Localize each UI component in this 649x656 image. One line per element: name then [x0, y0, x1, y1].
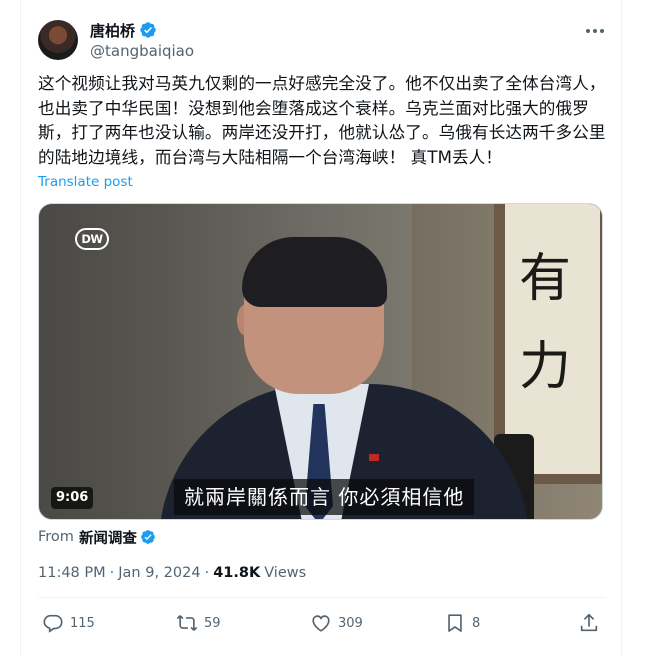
bookmark-icon: [448, 614, 462, 632]
repost-icon: [176, 615, 198, 631]
verified-badge-icon: [141, 530, 155, 544]
source-prefix: From: [38, 529, 74, 545]
calligraphy-char-1: 有: [519, 249, 572, 309]
repost-count: 59: [204, 615, 221, 631]
more-dots-icon[interactable]: [582, 22, 608, 40]
video-player[interactable]: 有 力 DW 就兩岸關係而言 你必須相信他 9:06: [38, 203, 603, 520]
verified-badge-icon[interactable]: [139, 21, 157, 39]
person-hair: [242, 237, 387, 307]
author-handle[interactable]: @tangbaiqiao: [90, 42, 194, 60]
share-icon: [580, 613, 598, 632]
author-display-name[interactable]: 唐柏桥: [90, 20, 135, 41]
meta-separator: ·: [204, 565, 210, 581]
views-label: Views: [264, 565, 307, 581]
tweet-time[interactable]: 11:48 PM: [38, 565, 106, 581]
video-subtitle: 就兩岸關係而言 你必須相信他: [174, 479, 475, 515]
meta-separator: ·: [109, 565, 115, 581]
translate-post-link[interactable]: Translate post: [38, 174, 133, 190]
source-attribution: From 新闻调查: [38, 526, 156, 548]
calligraphy-char-2: 力: [519, 337, 572, 397]
tweet-text: 这个视频让我对马英九仅剩的一点好感完全没了。他不仅出卖了全体台湾人，也出卖了中华…: [38, 74, 606, 167]
video-duration-badge: 9:06: [51, 487, 94, 509]
like-count: 309: [338, 615, 363, 631]
tweet: 唐柏桥 @tangbaiqiao 这个视频让我对马英九仅剩的一点好感完全没了。他…: [21, 0, 621, 656]
source-account-name[interactable]: 新闻调查: [79, 527, 137, 548]
dw-logo: DW: [75, 228, 109, 250]
column-border-right: [621, 0, 622, 656]
lapel-pin: [369, 454, 379, 461]
bookmark-button[interactable]: 8: [444, 609, 480, 637]
repost-button[interactable]: 59: [176, 609, 221, 637]
author-name-row: 唐柏桥: [90, 20, 157, 40]
like-button[interactable]: 309: [310, 609, 363, 637]
bookmark-count: 8: [472, 615, 481, 631]
reply-count: 115: [70, 615, 95, 631]
tweet-meta: 11:48 PM · Jan 9, 2024 · 41.8K Views: [38, 563, 306, 583]
avatar[interactable]: [38, 20, 78, 60]
divider: [38, 597, 606, 598]
tweet-date[interactable]: Jan 9, 2024: [118, 565, 200, 581]
share-button[interactable]: [578, 609, 600, 637]
reply-icon: [43, 614, 63, 633]
reply-button[interactable]: 115: [42, 609, 95, 637]
views-count: 41.8K: [213, 565, 261, 581]
action-bar: 115 59 309 8: [38, 609, 606, 637]
heart-icon: [312, 615, 330, 632]
